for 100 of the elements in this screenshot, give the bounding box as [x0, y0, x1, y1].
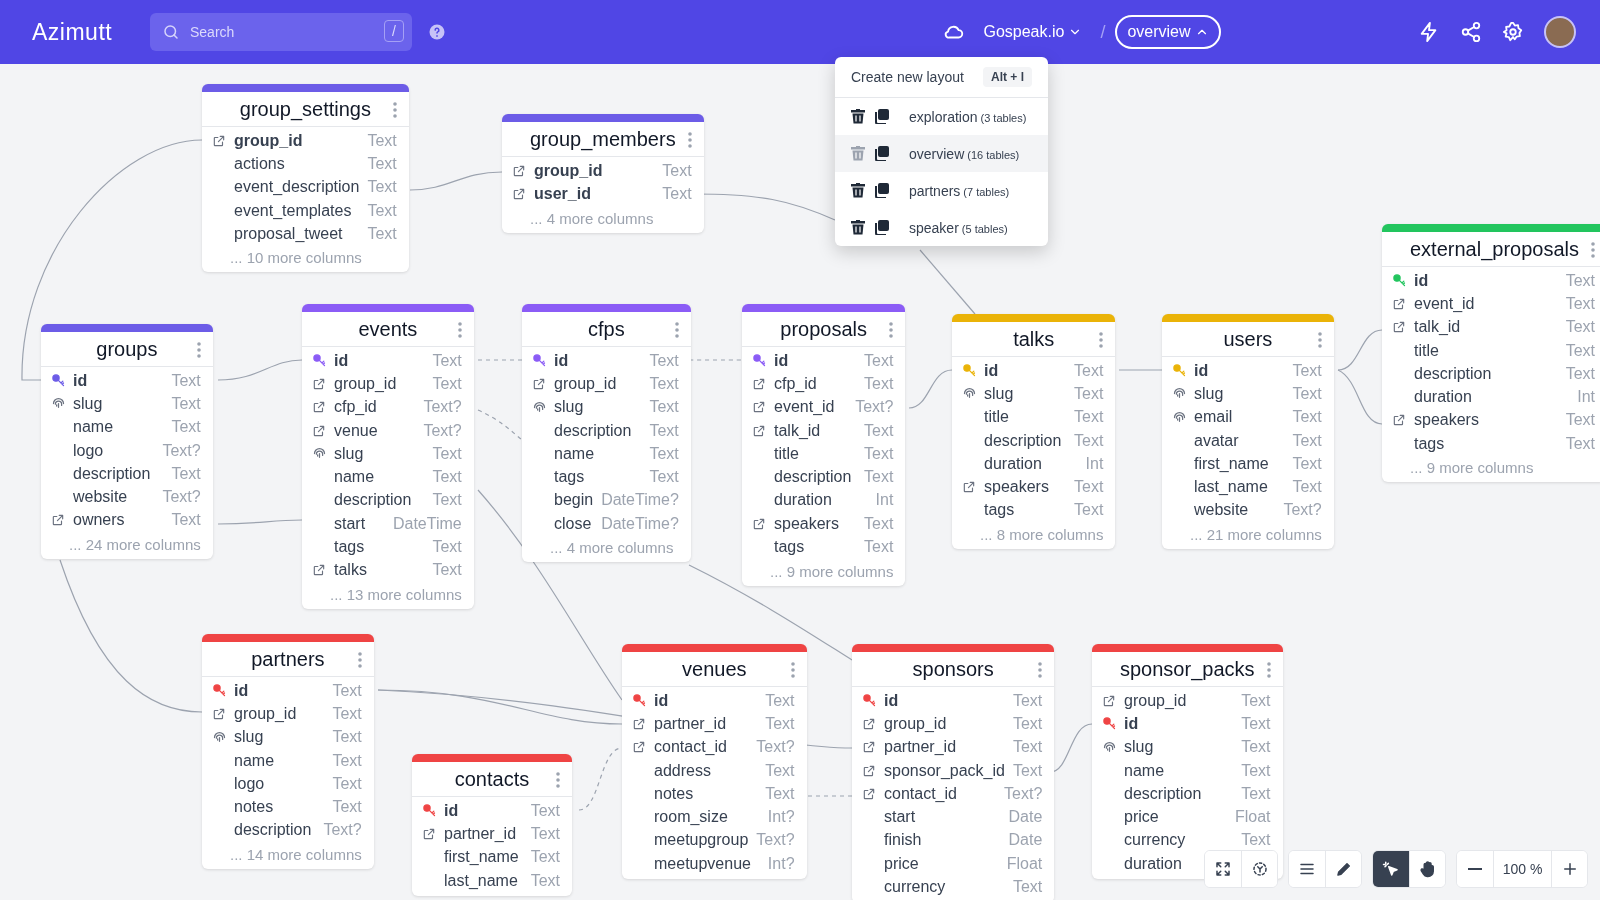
help-icon[interactable]	[428, 23, 446, 41]
column-type: Text	[1240, 761, 1271, 780]
column-type: Text	[366, 154, 397, 173]
copy-icon[interactable]	[875, 109, 889, 124]
user-avatar[interactable]	[1544, 16, 1576, 48]
column-name: tags	[774, 538, 805, 556]
layout-name: exploration	[909, 108, 978, 125]
column-type: Text	[170, 511, 201, 530]
table-name: venues	[681, 658, 748, 681]
column-type: Text?	[1282, 501, 1322, 520]
more-options-icon[interactable]	[357, 651, 362, 668]
column-name: description	[234, 821, 312, 840]
column-type: Text	[1011, 761, 1043, 780]
more-options-icon[interactable]	[1317, 331, 1322, 348]
app-logo[interactable]: Azimutt	[32, 18, 122, 46]
create-layout-item[interactable]: Create new layout	[851, 69, 964, 85]
relation-line	[1337, 329, 1383, 371]
table-card[interactable]: group_settings group_id Text actions Text event_description Text event_templates Text proposal_tweet Text ... 10 more columns	[202, 84, 409, 273]
column-type: Text	[1073, 478, 1104, 497]
more-options-icon[interactable]	[196, 341, 201, 358]
layout-dropdown[interactable]: overview	[1115, 15, 1221, 49]
table-card[interactable]: venues id Text partner_id Text contact_id Text? address Text notes Text room_size Int? meetupgroup Text? meetupvenue Int?	[622, 644, 807, 880]
table-card[interactable]: external_proposals id Text event_id Text talk_id Text title Text description Text duration Int speakers Text tags Text ... 9 more columns	[1382, 224, 1600, 483]
copy-icon[interactable]	[875, 220, 889, 235]
arrange-button[interactable]	[1241, 851, 1277, 887]
column-name: id	[444, 801, 459, 820]
more-options-icon[interactable]	[889, 321, 894, 338]
column-type: Text	[648, 351, 679, 370]
column-name: id	[73, 371, 88, 390]
column-name: tags	[984, 501, 1015, 520]
table-card[interactable]: proposals id Text cfp_id Text event_id Text? talk_id Text title Text description Text duration Int speakers Text tags Text ... 9 more columns	[742, 304, 906, 586]
more-options-icon[interactable]	[790, 661, 795, 678]
trash-icon[interactable]	[851, 109, 865, 124]
table-card[interactable]: contacts id Text partner_id Text first_name Text last_name Text	[412, 754, 572, 897]
copy-icon[interactable]	[875, 183, 889, 198]
table-card[interactable]: groups id Text slug Text name Text logo Text? description Text website Text? owners Text ... 24 more columns	[41, 324, 213, 560]
more-options-icon[interactable]	[392, 101, 397, 118]
layout-item[interactable]: partners (7 tables)	[835, 172, 1048, 209]
layout-item[interactable]: overview (16 tables)	[835, 135, 1048, 172]
table-name: events	[357, 318, 419, 341]
table-name: group_settings	[238, 98, 372, 121]
zoom-in-button[interactable]	[1551, 851, 1587, 887]
minus-icon	[1468, 868, 1482, 870]
column-name: duration	[984, 454, 1042, 473]
column-type: Text	[1011, 714, 1043, 733]
column-name: event_templates	[234, 201, 352, 220]
more-options-icon[interactable]	[1266, 661, 1271, 678]
column-name: group_id	[234, 704, 297, 723]
more-options-icon[interactable]	[1591, 241, 1595, 258]
table-card[interactable]: events id Text group_id Text cfp_id Text? venue Text? slug Text name Text description Text start DateTime tags Text talks Text ... 13 more columns	[302, 304, 474, 609]
external-link-icon	[512, 186, 526, 201]
column-name: partner_id	[444, 824, 517, 843]
settings-icon[interactable]	[1502, 21, 1524, 43]
more-options-icon[interactable]	[1099, 331, 1104, 348]
table-card[interactable]: talks id Text slug Text title Text description Text duration Int speakers Text tags Text ... 8 more columns	[952, 314, 1116, 550]
column-name: name	[1124, 761, 1165, 780]
more-options-icon[interactable]	[1038, 661, 1043, 678]
column-type: Text	[1564, 318, 1595, 337]
key-icon	[1102, 716, 1117, 732]
table-name: group_members	[530, 128, 676, 151]
more-options-icon[interactable]	[674, 321, 679, 338]
column-name: id	[234, 681, 249, 700]
trash-icon[interactable]	[851, 183, 865, 198]
column-name: id	[334, 351, 349, 370]
table-card[interactable]: sponsors id Text group_id Text partner_id Text sponsor_pack_id Text contact_id Text? start Date finish Date price Float currency Text	[852, 644, 1055, 900]
cursor-icon	[1382, 860, 1400, 878]
layout-item[interactable]: exploration (3 tables)	[835, 98, 1048, 135]
column-type: Text	[764, 691, 795, 710]
column-name: slug	[334, 444, 364, 463]
more-options-icon[interactable]	[687, 131, 692, 148]
move-mode-button[interactable]	[1409, 851, 1445, 887]
column-name: tags	[334, 538, 365, 556]
external-link-icon	[1102, 693, 1116, 708]
key-icon	[1392, 273, 1407, 289]
column-name: group_id	[334, 374, 397, 393]
select-mode-button[interactable]	[1373, 851, 1409, 887]
layout-item[interactable]: speaker (5 tables)	[835, 209, 1048, 246]
copy-icon[interactable]	[875, 146, 889, 161]
external-link-icon	[862, 740, 876, 755]
table-name: talks	[1012, 328, 1056, 351]
table-card[interactable]: users id Text slug Text email Text avatar Text first_name Text last_name Text website Text? ... 21 more columns	[1162, 314, 1334, 550]
column-name: group_id	[234, 131, 303, 150]
share-icon[interactable]	[1460, 21, 1482, 43]
table-card[interactable]: cfps id Text group_id Text slug Text description Text name Text tags Text begin DateTime? close DateTime? ... 4 more columns	[522, 304, 691, 563]
more-options-icon[interactable]	[556, 771, 560, 788]
more-options-icon[interactable]	[457, 321, 462, 338]
external-link-icon	[752, 423, 766, 438]
column-type: Text	[331, 798, 362, 817]
table-card[interactable]: sponsor_packs group_id Text id Text slug Text name Text description Text price Float currency Text duration	[1092, 644, 1283, 880]
edit-button[interactable]	[1325, 851, 1361, 887]
column-name: contact_id	[654, 738, 727, 757]
column-type: Text	[331, 728, 362, 747]
external-link-icon	[312, 423, 326, 438]
column-type: Text	[170, 464, 201, 483]
table-card[interactable]: partners id Text group_id Text slug Text name Text logo Text notes Text description Text? ... 14 more columns	[202, 634, 374, 870]
column-name: owners	[73, 511, 125, 530]
table-card[interactable]: group_members group_id Text user_id Text ... 4 more columns	[502, 114, 704, 233]
column-type: Text?	[1003, 784, 1043, 803]
trash-icon[interactable]	[851, 220, 865, 235]
project-dropdown[interactable]: Gospeak.io	[975, 19, 1091, 45]
